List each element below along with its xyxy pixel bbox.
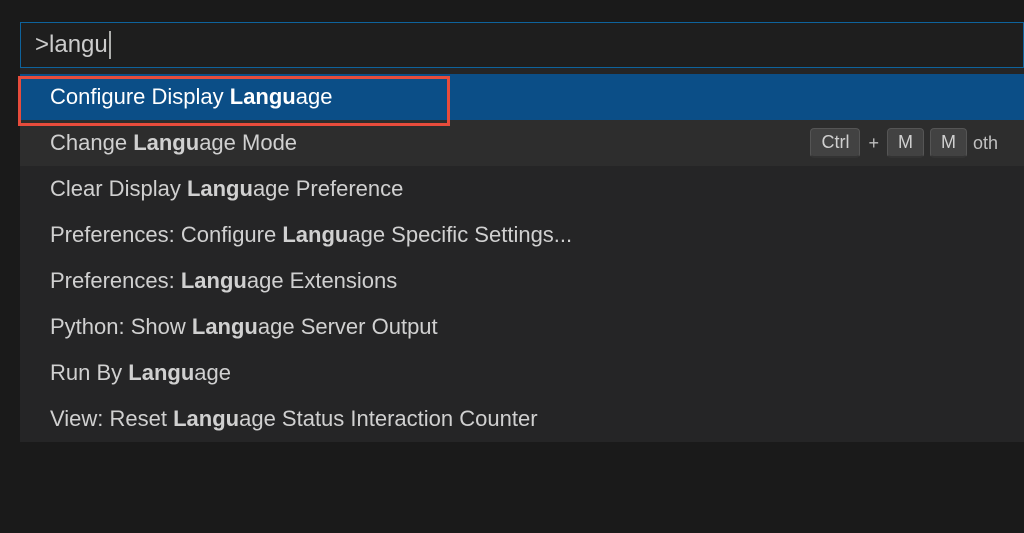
command-palette-search-wrap: >langu: [20, 22, 1024, 74]
command-palette-input[interactable]: >langu: [20, 22, 1024, 68]
kbd-key: M: [930, 128, 967, 158]
kbd-key: M: [887, 128, 924, 158]
command-palette-item[interactable]: Change Language Mode Ctrl + MMoth: [20, 120, 1024, 166]
command-palette-item[interactable]: View: Reset Language Status Interaction …: [20, 396, 1024, 442]
kbd-key: Ctrl: [810, 128, 860, 158]
command-palette-item[interactable]: Python: Show Language Server Output: [20, 304, 1024, 350]
command-palette-input-value: >langu: [35, 31, 108, 59]
keybinding: Ctrl + MMoth: [810, 128, 998, 158]
command-palette-item[interactable]: Preferences: Language Extensions: [20, 258, 1024, 304]
command-palette-item[interactable]: Run By Language: [20, 350, 1024, 396]
command-palette-item[interactable]: Preferences: Configure Language Specific…: [20, 212, 1024, 258]
command-palette-item-label: Clear Display Language Preference: [50, 176, 403, 202]
command-palette-item-label: Run By Language: [50, 360, 231, 386]
command-palette-item-label: Python: Show Language Server Output: [50, 314, 438, 340]
text-cursor: [109, 31, 111, 59]
keybinding-tail: oth: [973, 133, 998, 154]
command-palette-item[interactable]: Configure Display Language: [20, 74, 1024, 120]
command-palette-item-label: Configure Display Language: [50, 84, 332, 110]
command-palette: >langu Configure Display Language Change …: [20, 22, 1024, 442]
command-palette-item-label: View: Reset Language Status Interaction …: [50, 406, 538, 432]
command-palette-item[interactable]: Clear Display Language Preference: [20, 166, 1024, 212]
command-palette-results: Configure Display Language Change Languag…: [20, 74, 1024, 442]
command-palette-item-label: Preferences: Configure Language Specific…: [50, 222, 572, 248]
kbd-plus: +: [866, 133, 881, 154]
command-palette-item-label: Preferences: Language Extensions: [50, 268, 397, 294]
command-palette-item-label: Change Language Mode: [50, 130, 297, 156]
